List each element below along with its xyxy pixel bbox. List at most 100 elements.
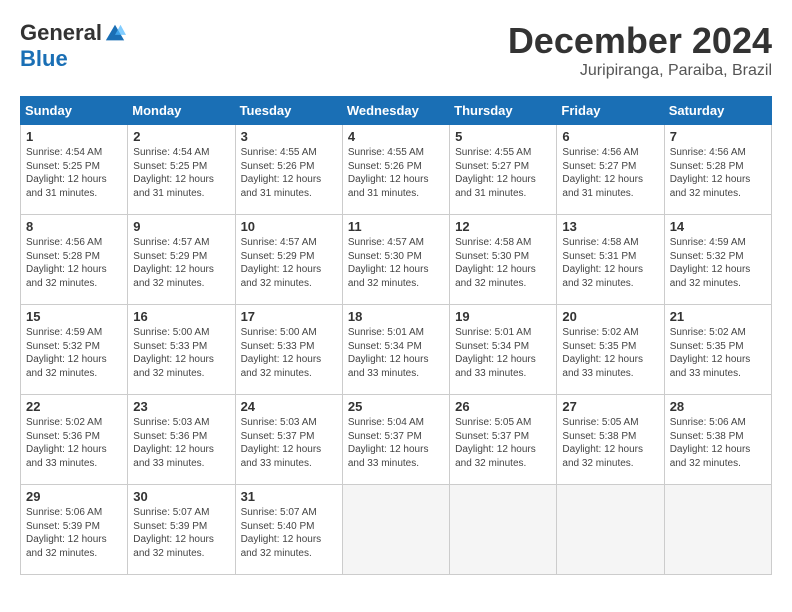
day-number: 30 xyxy=(133,489,229,504)
day-info: Sunrise: 4:58 AM Sunset: 5:31 PM Dayligh… xyxy=(562,236,658,290)
calendar-table: SundayMondayTuesdayWednesdayThursdayFrid… xyxy=(20,96,772,575)
day-number: 7 xyxy=(670,129,766,144)
weekday-header-saturday: Saturday xyxy=(664,97,771,125)
weekday-header-friday: Friday xyxy=(557,97,664,125)
day-number: 6 xyxy=(562,129,658,144)
location-subtitle: Juripiranga, Paraiba, Brazil xyxy=(508,62,772,80)
day-info: Sunrise: 4:57 AM Sunset: 5:29 PM Dayligh… xyxy=(133,236,229,290)
day-info: Sunrise: 5:04 AM Sunset: 5:37 PM Dayligh… xyxy=(348,416,444,470)
day-info: Sunrise: 4:55 AM Sunset: 5:26 PM Dayligh… xyxy=(241,146,337,200)
day-number: 11 xyxy=(348,219,444,234)
day-info: Sunrise: 5:06 AM Sunset: 5:39 PM Dayligh… xyxy=(26,506,122,560)
weekday-header-thursday: Thursday xyxy=(450,97,557,125)
day-number: 17 xyxy=(241,309,337,324)
empty-cell xyxy=(664,485,771,575)
day-cell-12: 12 Sunrise: 4:58 AM Sunset: 5:30 PM Dayl… xyxy=(450,215,557,305)
day-info: Sunrise: 5:02 AM Sunset: 5:35 PM Dayligh… xyxy=(670,326,766,380)
day-info: Sunrise: 4:55 AM Sunset: 5:27 PM Dayligh… xyxy=(455,146,551,200)
day-cell-27: 27 Sunrise: 5:05 AM Sunset: 5:38 PM Dayl… xyxy=(557,395,664,485)
day-cell-10: 10 Sunrise: 4:57 AM Sunset: 5:29 PM Dayl… xyxy=(235,215,342,305)
day-number: 18 xyxy=(348,309,444,324)
day-number: 8 xyxy=(26,219,122,234)
day-cell-28: 28 Sunrise: 5:06 AM Sunset: 5:38 PM Dayl… xyxy=(664,395,771,485)
day-number: 12 xyxy=(455,219,551,234)
day-cell-2: 2 Sunrise: 4:54 AM Sunset: 5:25 PM Dayli… xyxy=(128,125,235,215)
day-info: Sunrise: 5:05 AM Sunset: 5:38 PM Dayligh… xyxy=(562,416,658,470)
day-number: 13 xyxy=(562,219,658,234)
day-cell-14: 14 Sunrise: 4:59 AM Sunset: 5:32 PM Dayl… xyxy=(664,215,771,305)
day-cell-11: 11 Sunrise: 4:57 AM Sunset: 5:30 PM Dayl… xyxy=(342,215,449,305)
day-number: 25 xyxy=(348,399,444,414)
logo-icon xyxy=(104,22,126,44)
weekday-header-row: SundayMondayTuesdayWednesdayThursdayFrid… xyxy=(21,97,772,125)
week-row-5: 29 Sunrise: 5:06 AM Sunset: 5:39 PM Dayl… xyxy=(21,485,772,575)
day-number: 3 xyxy=(241,129,337,144)
day-info: Sunrise: 4:54 AM Sunset: 5:25 PM Dayligh… xyxy=(133,146,229,200)
day-number: 9 xyxy=(133,219,229,234)
day-info: Sunrise: 4:58 AM Sunset: 5:30 PM Dayligh… xyxy=(455,236,551,290)
weekday-header-monday: Monday xyxy=(128,97,235,125)
day-info: Sunrise: 5:03 AM Sunset: 5:37 PM Dayligh… xyxy=(241,416,337,470)
day-info: Sunrise: 4:56 AM Sunset: 5:28 PM Dayligh… xyxy=(670,146,766,200)
day-number: 28 xyxy=(670,399,766,414)
day-cell-20: 20 Sunrise: 5:02 AM Sunset: 5:35 PM Dayl… xyxy=(557,305,664,395)
logo: General Blue xyxy=(20,20,126,72)
day-info: Sunrise: 4:59 AM Sunset: 5:32 PM Dayligh… xyxy=(670,236,766,290)
day-cell-25: 25 Sunrise: 5:04 AM Sunset: 5:37 PM Dayl… xyxy=(342,395,449,485)
day-number: 20 xyxy=(562,309,658,324)
day-info: Sunrise: 5:07 AM Sunset: 5:40 PM Dayligh… xyxy=(241,506,337,560)
day-number: 14 xyxy=(670,219,766,234)
day-cell-23: 23 Sunrise: 5:03 AM Sunset: 5:36 PM Dayl… xyxy=(128,395,235,485)
day-cell-4: 4 Sunrise: 4:55 AM Sunset: 5:26 PM Dayli… xyxy=(342,125,449,215)
day-info: Sunrise: 4:55 AM Sunset: 5:26 PM Dayligh… xyxy=(348,146,444,200)
day-number: 27 xyxy=(562,399,658,414)
day-cell-6: 6 Sunrise: 4:56 AM Sunset: 5:27 PM Dayli… xyxy=(557,125,664,215)
day-info: Sunrise: 5:01 AM Sunset: 5:34 PM Dayligh… xyxy=(348,326,444,380)
day-number: 21 xyxy=(670,309,766,324)
day-number: 4 xyxy=(348,129,444,144)
day-cell-1: 1 Sunrise: 4:54 AM Sunset: 5:25 PM Dayli… xyxy=(21,125,128,215)
day-number: 10 xyxy=(241,219,337,234)
week-row-2: 8 Sunrise: 4:56 AM Sunset: 5:28 PM Dayli… xyxy=(21,215,772,305)
day-cell-31: 31 Sunrise: 5:07 AM Sunset: 5:40 PM Dayl… xyxy=(235,485,342,575)
day-cell-22: 22 Sunrise: 5:02 AM Sunset: 5:36 PM Dayl… xyxy=(21,395,128,485)
weekday-header-wednesday: Wednesday xyxy=(342,97,449,125)
day-number: 31 xyxy=(241,489,337,504)
day-cell-5: 5 Sunrise: 4:55 AM Sunset: 5:27 PM Dayli… xyxy=(450,125,557,215)
day-cell-30: 30 Sunrise: 5:07 AM Sunset: 5:39 PM Dayl… xyxy=(128,485,235,575)
title-block: December 2024 Juripiranga, Paraiba, Braz… xyxy=(508,20,772,80)
day-number: 15 xyxy=(26,309,122,324)
day-info: Sunrise: 5:02 AM Sunset: 5:35 PM Dayligh… xyxy=(562,326,658,380)
day-info: Sunrise: 4:56 AM Sunset: 5:28 PM Dayligh… xyxy=(26,236,122,290)
empty-cell xyxy=(342,485,449,575)
day-cell-18: 18 Sunrise: 5:01 AM Sunset: 5:34 PM Dayl… xyxy=(342,305,449,395)
weekday-header-sunday: Sunday xyxy=(21,97,128,125)
day-number: 5 xyxy=(455,129,551,144)
day-cell-9: 9 Sunrise: 4:57 AM Sunset: 5:29 PM Dayli… xyxy=(128,215,235,305)
day-info: Sunrise: 4:57 AM Sunset: 5:30 PM Dayligh… xyxy=(348,236,444,290)
day-info: Sunrise: 5:05 AM Sunset: 5:37 PM Dayligh… xyxy=(455,416,551,470)
day-info: Sunrise: 5:06 AM Sunset: 5:38 PM Dayligh… xyxy=(670,416,766,470)
logo-blue-text: Blue xyxy=(20,46,68,72)
day-cell-16: 16 Sunrise: 5:00 AM Sunset: 5:33 PM Dayl… xyxy=(128,305,235,395)
logo-general-text: General xyxy=(20,20,102,46)
day-cell-7: 7 Sunrise: 4:56 AM Sunset: 5:28 PM Dayli… xyxy=(664,125,771,215)
day-info: Sunrise: 5:01 AM Sunset: 5:34 PM Dayligh… xyxy=(455,326,551,380)
day-info: Sunrise: 5:00 AM Sunset: 5:33 PM Dayligh… xyxy=(241,326,337,380)
day-cell-21: 21 Sunrise: 5:02 AM Sunset: 5:35 PM Dayl… xyxy=(664,305,771,395)
week-row-1: 1 Sunrise: 4:54 AM Sunset: 5:25 PM Dayli… xyxy=(21,125,772,215)
day-info: Sunrise: 4:56 AM Sunset: 5:27 PM Dayligh… xyxy=(562,146,658,200)
day-cell-15: 15 Sunrise: 4:59 AM Sunset: 5:32 PM Dayl… xyxy=(21,305,128,395)
day-number: 19 xyxy=(455,309,551,324)
day-number: 29 xyxy=(26,489,122,504)
day-info: Sunrise: 4:57 AM Sunset: 5:29 PM Dayligh… xyxy=(241,236,337,290)
month-title: December 2024 xyxy=(508,20,772,62)
day-info: Sunrise: 5:03 AM Sunset: 5:36 PM Dayligh… xyxy=(133,416,229,470)
day-info: Sunrise: 5:07 AM Sunset: 5:39 PM Dayligh… xyxy=(133,506,229,560)
day-info: Sunrise: 5:02 AM Sunset: 5:36 PM Dayligh… xyxy=(26,416,122,470)
weekday-header-tuesday: Tuesday xyxy=(235,97,342,125)
day-info: Sunrise: 4:54 AM Sunset: 5:25 PM Dayligh… xyxy=(26,146,122,200)
day-number: 23 xyxy=(133,399,229,414)
empty-cell xyxy=(557,485,664,575)
day-number: 26 xyxy=(455,399,551,414)
